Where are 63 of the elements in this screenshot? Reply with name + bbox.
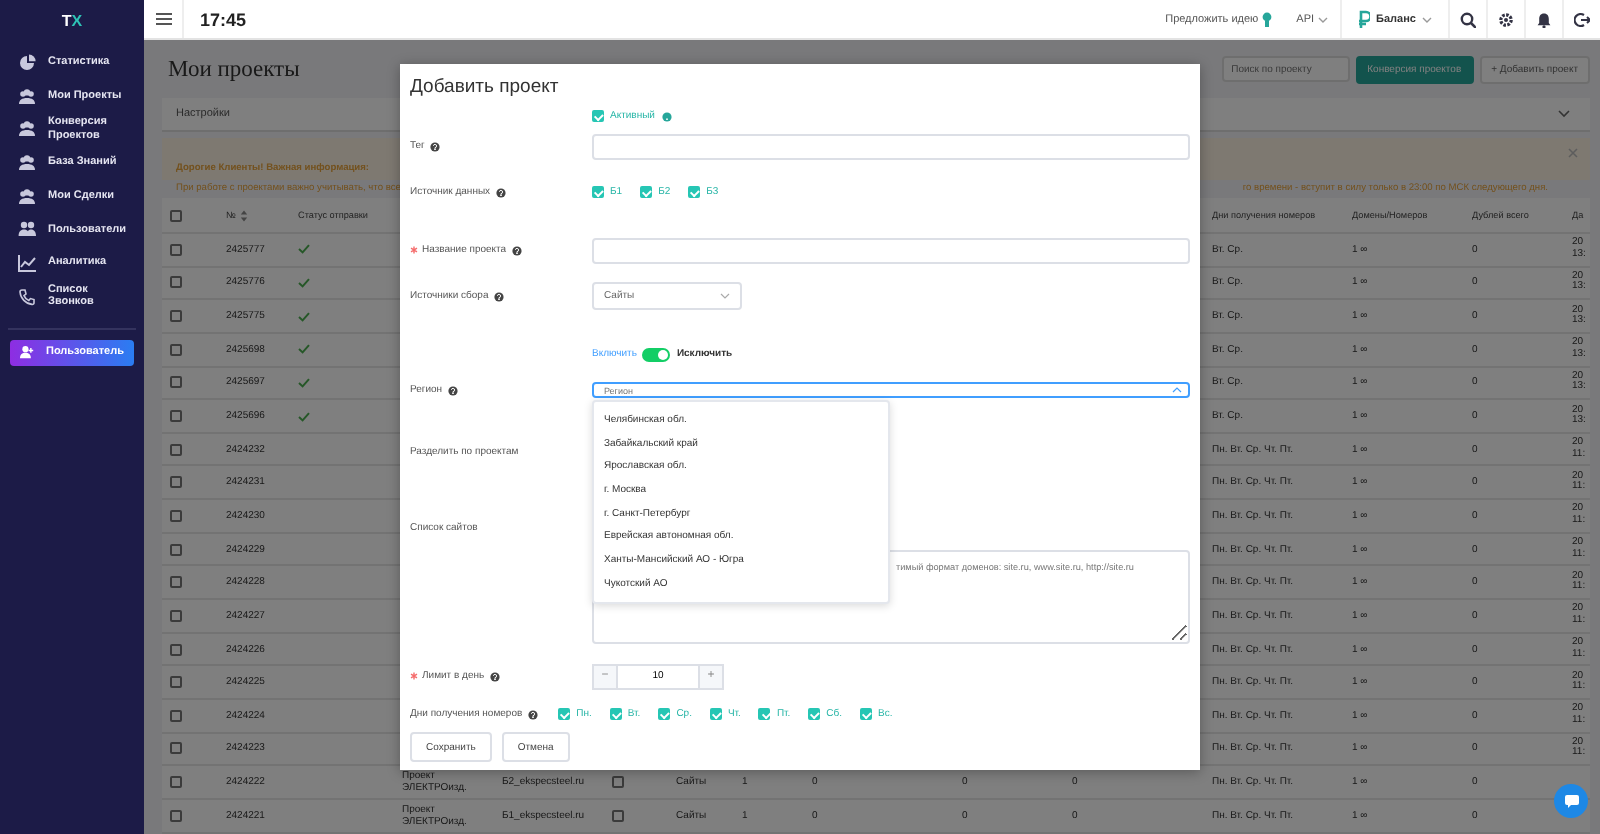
row-checkbox[interactable] [170,709,182,722]
row-checkbox[interactable] [170,443,182,456]
chevron-down-icon [1318,15,1329,23]
checkbox[interactable] [688,186,701,198]
checkbox[interactable] [860,708,873,720]
phone-icon [18,287,36,306]
checkbox[interactable] [808,708,821,720]
row-checkbox[interactable] [170,243,182,256]
chevron-down-icon [1558,110,1570,118]
row-checkbox[interactable] [170,643,182,655]
toggle-switch[interactable] [642,347,671,361]
row-checkbox[interactable] [170,276,182,289]
select-all-checkbox[interactable] [170,209,182,221]
checkbox[interactable] [640,186,653,198]
chevron-down-icon [720,292,730,300]
checkbox[interactable] [558,708,571,720]
bell-icon [1536,11,1552,27]
row-checkbox[interactable] [170,310,182,323]
clock-time: 17:45 [200,9,247,29]
dialog-title: Добавить проект [410,74,561,102]
row-checkbox[interactable] [170,376,182,389]
row-checkbox[interactable] [170,676,182,689]
lightbulb-icon [1262,11,1273,27]
settings-icon [1498,11,1514,27]
line-chart-icon [18,253,36,272]
pie-chart-icon [18,53,36,72]
checkbox[interactable] [609,708,622,720]
row-checkbox[interactable] [170,410,182,423]
close-icon[interactable] [1568,148,1578,158]
page-title: Мои проекты [168,57,300,81]
user-icon [20,344,34,360]
ruble-icon [1358,10,1371,28]
logout-icon [1574,11,1590,27]
users-icon [18,220,36,239]
sort-icon[interactable] [239,209,248,221]
checkbox[interactable] [612,809,624,822]
chat-icon [1563,794,1579,808]
checkbox[interactable] [658,708,671,720]
search-icon [1460,11,1476,27]
chevron-up-icon [1172,386,1182,394]
row-checkbox[interactable] [170,576,182,589]
checkbox[interactable] [592,186,604,198]
people-icon [18,153,36,172]
text-field[interactable] [592,237,1190,263]
row-checkbox[interactable] [170,609,182,622]
people-icon [18,120,36,139]
row-checkbox[interactable] [170,476,182,489]
checkbox[interactable] [592,110,604,122]
people-icon [18,187,36,206]
people-icon [18,87,36,106]
row-checkbox[interactable] [170,343,182,356]
checkbox[interactable] [612,776,624,789]
row-checkbox[interactable] [170,742,182,755]
chevron-down-icon [1422,15,1432,23]
text-field[interactable] [592,133,1190,159]
row-checkbox[interactable] [170,776,182,789]
checkbox[interactable] [709,708,722,720]
checkbox[interactable] [758,708,771,720]
row-checkbox[interactable] [170,543,182,556]
row-checkbox[interactable] [170,809,182,822]
logo: TX [61,12,83,30]
menu-icon [155,12,171,26]
row-checkbox[interactable] [170,509,182,522]
